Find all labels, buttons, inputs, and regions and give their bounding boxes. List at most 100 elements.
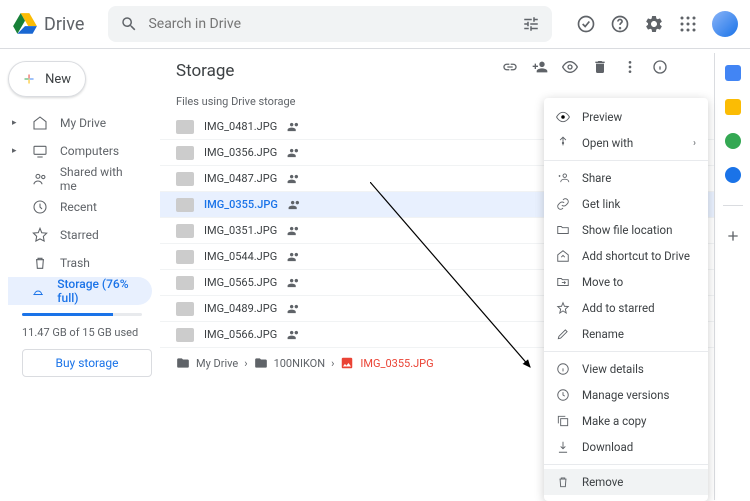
shared-icon [287,302,301,316]
star-icon [556,301,570,315]
file-name: IMG_0356.JPG [204,146,277,159]
search-input[interactable] [148,16,512,32]
menu-download[interactable]: Download [544,434,708,460]
menu-add-shortcut-to-drive[interactable]: Add shortcut to Drive [544,243,708,269]
drive-logo[interactable]: Drive [12,11,84,37]
menu-item-label: Move to [582,275,623,289]
menu-rename[interactable]: Rename [544,321,708,347]
add-addon-icon[interactable] [725,228,741,244]
file-thumbnail [176,198,194,212]
menu-view-details[interactable]: View details [544,356,708,382]
storage-text: 11.47 GB of 15 GB used [22,326,152,339]
sidebar-item-label: Storage (76% full) [57,277,142,305]
menu-item-label: Rename [582,327,624,341]
sidebar-item-storage-full-[interactable]: Storage (76% full) [8,277,152,305]
offline-icon[interactable] [576,14,596,34]
header: Drive [0,0,750,48]
menu-show-file-location[interactable]: Show file location [544,217,708,243]
trash-icon[interactable] [592,59,608,75]
file-name: IMG_0489.JPG [204,302,277,315]
more-icon[interactable] [622,59,638,75]
menu-item-label: Open with [582,136,633,150]
sidebar-icon [32,143,48,159]
settings-icon[interactable] [644,14,664,34]
file-thumbnail [176,250,194,264]
menu-open-with[interactable]: Open with› [544,130,708,156]
move-icon [556,275,570,289]
shared-icon [287,250,301,264]
info-icon [556,362,570,376]
file-thumbnail [176,328,194,342]
sidebar-icon [32,255,48,271]
file-name: IMG_0481.JPG [204,120,277,133]
menu-manage-versions[interactable]: Manage versions [544,382,708,408]
help-icon[interactable] [610,14,630,34]
file-name: IMG_0487.JPG [204,172,277,185]
file-thumbnail [176,302,194,316]
menu-get-link[interactable]: Get link [544,191,708,217]
file-thumbnail [176,146,194,160]
sidebar-icon [32,199,48,215]
new-button[interactable]: New [8,61,86,97]
menu-preview[interactable]: Preview [544,104,708,130]
menu-add-to-starred[interactable]: Add to starred [544,295,708,321]
trash-icon [556,475,570,489]
menu-move-to[interactable]: Move to [544,269,708,295]
bc-1[interactable]: 100NIKON [274,357,326,370]
copy-icon [556,414,570,428]
menu-item-label: Remove [582,475,623,489]
tasks-icon[interactable] [725,133,741,149]
sidebar-icon [32,171,48,187]
shared-icon [287,120,301,134]
shared-icon [288,198,302,212]
link-icon[interactable] [502,59,518,75]
info-icon[interactable] [652,59,668,75]
eye-icon[interactable] [562,59,578,75]
new-button-label: New [45,72,71,87]
menu-item-label: Download [582,440,633,454]
search-options-icon[interactable] [522,15,540,33]
sidebar-item-label: Starred [60,228,99,242]
plus-icon [23,68,35,90]
account-avatar[interactable] [712,11,738,37]
shared-icon [287,146,301,160]
calendar-icon[interactable] [725,65,741,81]
keep-icon[interactable] [725,99,741,115]
sidebar-item-label: Trash [60,256,90,270]
buy-storage-button[interactable]: Buy storage [22,349,152,377]
folder-icon [176,356,190,370]
shared-icon [287,224,301,238]
bc-2: IMG_0355.JPG [360,357,433,370]
right-side-panel [714,53,750,500]
file-thumbnail [176,120,194,134]
sidebar-item-starred[interactable]: Starred [8,221,152,249]
menu-item-label: Add to starred [582,301,655,315]
sidebar-item-label: Computers [60,144,119,158]
sidebar-item-recent[interactable]: Recent [8,193,152,221]
storage-bar [22,313,142,316]
menu-item-label: Manage versions [582,388,669,402]
sidebar-item-label: Shared with me [60,165,142,193]
file-name: IMG_0544.JPG [204,250,277,263]
sidebar-item-trash[interactable]: Trash [8,249,152,277]
sidebar-item-shared-with-me[interactable]: Shared with me [8,165,152,193]
search-bar[interactable] [108,6,552,42]
versions-icon [556,388,570,402]
sidebar-icon [32,227,48,243]
file-thumbnail [176,172,194,186]
menu-share[interactable]: Share [544,165,708,191]
person-add-icon[interactable] [532,59,548,75]
menu-remove[interactable]: Remove [544,469,708,495]
apps-icon[interactable] [678,14,698,34]
sidebar-item-my-drive[interactable]: ▸My Drive [8,109,152,137]
menu-make-a-copy[interactable]: Make a copy [544,408,708,434]
menu-item-label: Make a copy [582,414,647,428]
file-name: IMG_0355.JPG [204,198,278,211]
shared-icon [287,172,301,186]
image-icon [340,356,354,370]
bc-0[interactable]: My Drive [196,357,238,370]
sidebar-item-computers[interactable]: ▸Computers [8,137,152,165]
link-icon [556,197,570,211]
shared-icon [287,328,301,342]
contacts-icon[interactable] [725,167,741,183]
